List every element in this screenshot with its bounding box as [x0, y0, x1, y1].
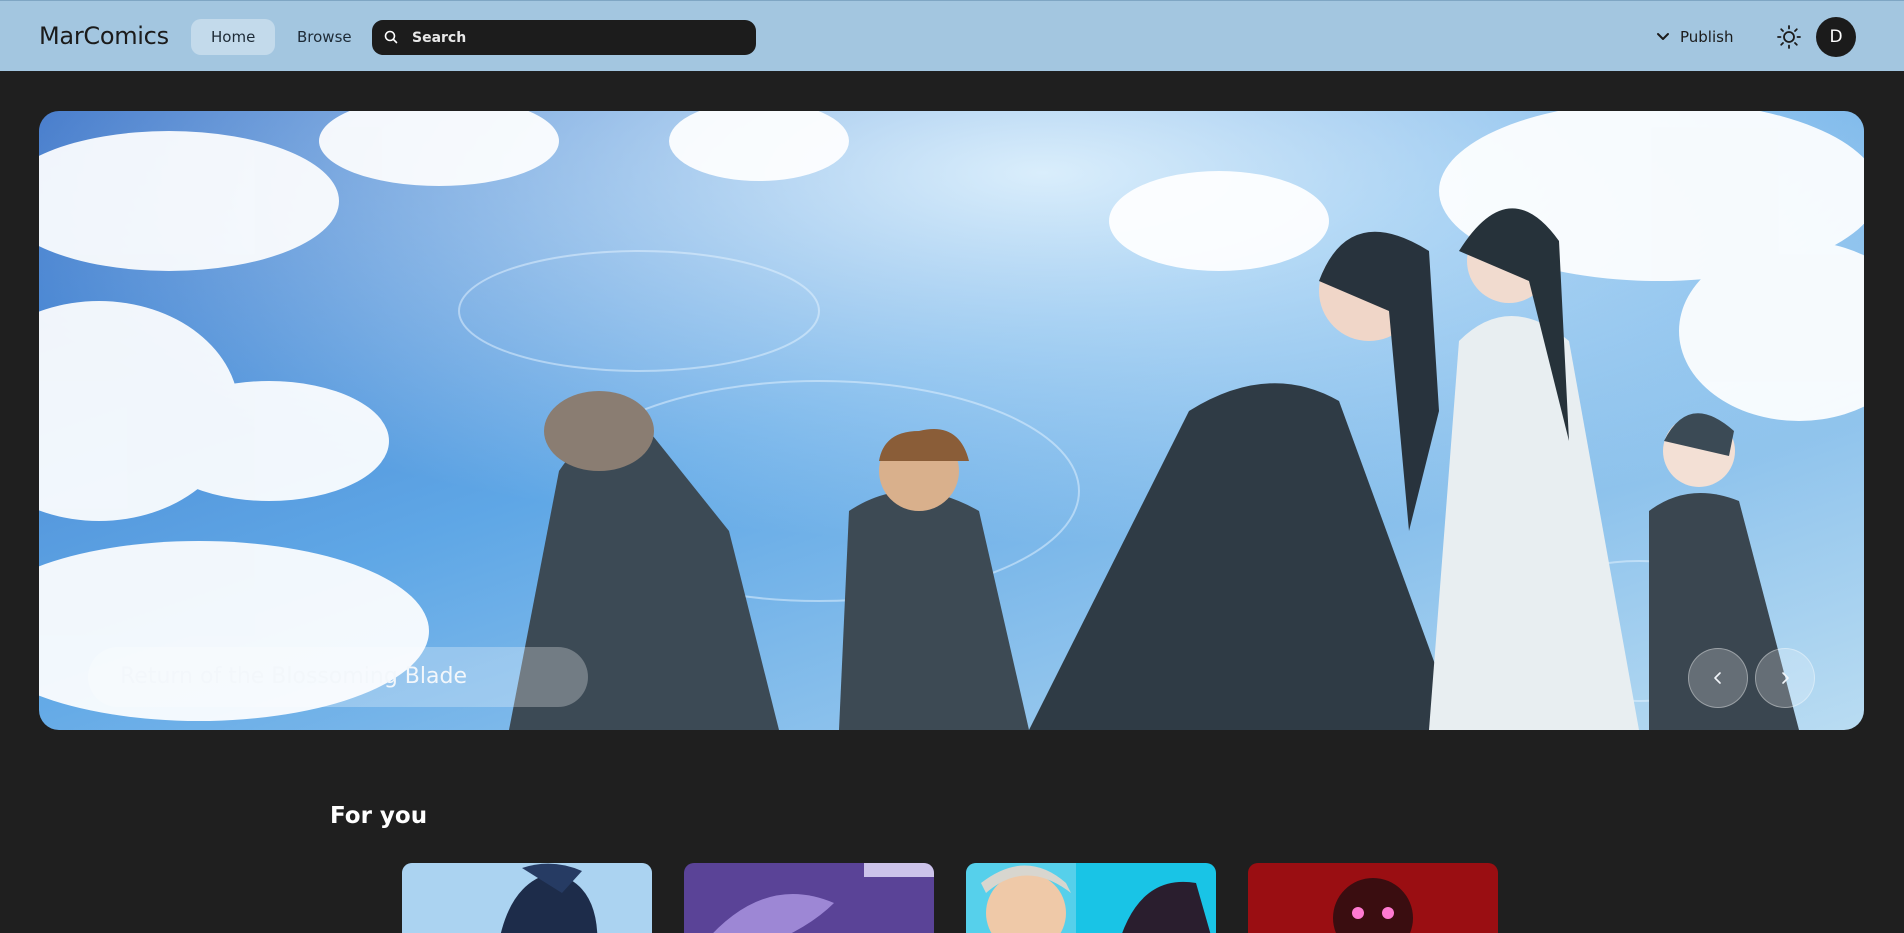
comic-card[interactable]: [402, 863, 652, 933]
for-you-heading: For you: [330, 803, 428, 829]
hero-banner-image: [39, 111, 1864, 730]
hero-carousel[interactable]: Return of the Blossoming Blade: [39, 111, 1864, 730]
publish-label: Publish: [1680, 28, 1734, 46]
chevron-right-icon: [1782, 672, 1789, 684]
hero-title[interactable]: Return of the Blossoming Blade: [88, 647, 588, 707]
publish-button[interactable]: Publish: [1656, 21, 1733, 53]
comic-card[interactable]: [1248, 863, 1498, 933]
sun-icon: [1777, 25, 1801, 49]
chevron-down-icon: [1657, 33, 1669, 40]
comic-cover-image: [684, 863, 934, 933]
comic-cover-image: [402, 863, 652, 933]
carousel-prev-button[interactable]: [1688, 648, 1748, 708]
comic-cover-image: [966, 863, 1216, 933]
carousel-next-button[interactable]: [1755, 648, 1815, 708]
nav-home-button[interactable]: Home: [191, 19, 276, 55]
comic-cover-image: [1248, 863, 1498, 933]
comic-card[interactable]: [966, 863, 1216, 933]
nav-browse-button[interactable]: Browse: [277, 19, 372, 55]
search-icon: [384, 30, 398, 44]
comic-card[interactable]: [684, 863, 934, 933]
app-logo[interactable]: MarComics: [39, 22, 169, 50]
theme-toggle-button[interactable]: [1775, 23, 1803, 51]
top-nav-bar: MarComics Home Browse Publish D: [0, 0, 1904, 71]
chevron-left-icon: [1714, 672, 1721, 684]
user-avatar[interactable]: D: [1816, 17, 1856, 57]
search-bar[interactable]: [372, 20, 756, 55]
search-input[interactable]: [412, 20, 742, 55]
